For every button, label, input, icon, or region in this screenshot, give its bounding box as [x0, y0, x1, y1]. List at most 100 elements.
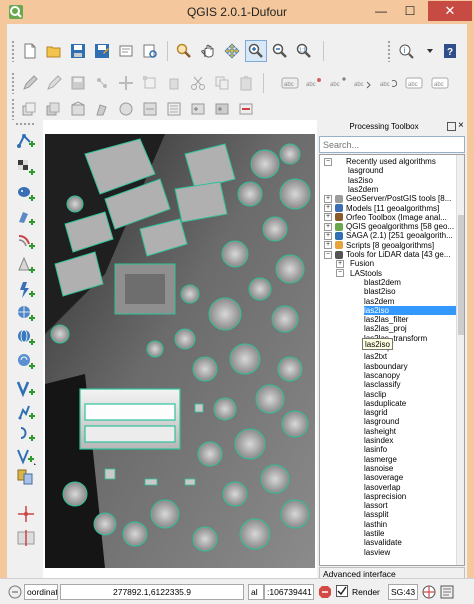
node-tool-icon[interactable]	[139, 72, 161, 94]
stop-render-icon[interactable]	[318, 585, 332, 603]
tree-item[interactable]: lasclip	[320, 390, 454, 399]
new-spatialite-layer-icon[interactable]	[211, 98, 233, 120]
tree-item[interactable]: + Models [11 geoalgorithms]	[320, 204, 454, 213]
composer-manager-icon[interactable]	[139, 40, 161, 62]
expand-icon[interactable]: +	[324, 204, 332, 212]
tree-item[interactable]: lasprecision	[320, 492, 454, 501]
toolbar-handle[interactable]	[11, 40, 15, 62]
tree-item[interactable]: lasground	[320, 166, 454, 175]
add-postgis-icon[interactable]	[13, 182, 39, 206]
open-project-icon[interactable]	[43, 40, 65, 62]
expand-icon[interactable]: +	[324, 194, 332, 203]
tree-item[interactable]: lasindex	[320, 436, 454, 445]
current-edits-icon[interactable]	[19, 72, 41, 94]
float-panel-icon[interactable]	[447, 122, 456, 131]
rotate-label-icon[interactable]: abc	[377, 72, 399, 94]
tree-item[interactable]: lascanopy	[320, 371, 454, 380]
delete-selected-icon[interactable]	[163, 72, 185, 94]
show-hide-labels-icon[interactable]: abc	[327, 72, 349, 94]
print-composer-icon[interactable]	[115, 40, 137, 62]
toolbar-handle[interactable]	[15, 122, 35, 126]
add-delimited-text-icon[interactable]	[13, 350, 39, 374]
tree-item[interactable]: + Fusion	[320, 259, 454, 268]
expand-icon[interactable]: +	[336, 259, 344, 268]
copy-features-icon[interactable]	[211, 72, 233, 94]
tree-item[interactable]: lassort	[320, 501, 454, 510]
pan-to-selection-icon[interactable]	[221, 40, 243, 62]
toggle-editing-icon[interactable]	[43, 72, 65, 94]
pin-labels-icon[interactable]: abc	[303, 72, 325, 94]
tree-item[interactable]: las2las_proj	[320, 324, 454, 333]
tree-item[interactable]: + SAGA (2.1) [251 geoalgorith...	[320, 231, 454, 240]
add-spatialite-layer-icon[interactable]	[91, 98, 113, 120]
zoom-in-icon[interactable]	[245, 40, 267, 62]
add-wcs-layer-icon[interactable]	[139, 98, 161, 120]
log-messages-icon[interactable]	[440, 585, 454, 603]
add-wms-icon[interactable]	[13, 278, 39, 302]
add-oracle-icon[interactable]	[13, 254, 39, 278]
tree-item[interactable]: lasoverlap	[320, 483, 454, 492]
maximize-button[interactable]: ☐	[397, 1, 423, 21]
save-project-icon[interactable]	[67, 40, 89, 62]
toolbar-handle[interactable]	[387, 40, 391, 62]
render-label[interactable]: Render	[352, 585, 380, 599]
tree-item[interactable]: las2dem	[320, 297, 454, 306]
tree-item[interactable]: lasclassify	[320, 380, 454, 389]
tree-item[interactable]: lasduplicate	[320, 399, 454, 408]
new-vector-layer-icon[interactable]	[13, 444, 39, 468]
tree-item[interactable]: blast2dem	[320, 278, 454, 287]
tree-item[interactable]: − Recently used algorithms	[320, 157, 454, 166]
tree-item[interactable]: lasgrid	[320, 408, 454, 417]
crs-globe-icon[interactable]	[422, 585, 436, 603]
tree-item[interactable]: lasmerge	[320, 455, 454, 464]
add-virtual-layer-icon[interactable]	[13, 376, 39, 400]
tree-item[interactable]: + Scripts [8 geoalgorithms]	[320, 241, 454, 250]
label-tool-icon[interactable]: abc	[279, 72, 301, 94]
new-project-icon[interactable]	[19, 40, 41, 62]
tree-item[interactable]: − LAStools	[320, 269, 454, 278]
close-panel-icon[interactable]: ×	[458, 120, 464, 131]
scale-combobox[interactable]: :106739441	[264, 584, 314, 600]
cut-features-icon[interactable]	[187, 72, 209, 94]
tree-item[interactable]: lasthin	[320, 520, 454, 529]
add-wms-layer-icon[interactable]	[115, 98, 137, 120]
add-layer-script-icon[interactable]	[13, 422, 39, 446]
add-spatialite-icon[interactable]	[13, 206, 39, 230]
add-wcs-icon[interactable]	[13, 302, 39, 326]
minimize-button[interactable]: —	[368, 1, 394, 21]
add-raster-layer-icon[interactable]	[43, 98, 65, 120]
tree-item[interactable]: las2txt	[320, 352, 454, 361]
crs-status[interactable]: SG:43	[388, 584, 418, 600]
close-button[interactable]: ✕	[428, 1, 472, 21]
algorithm-search-input[interactable]	[319, 136, 465, 153]
collapse-icon[interactable]: −	[336, 269, 344, 278]
add-vector-layer-icon[interactable]	[19, 98, 41, 120]
tree-item[interactable]: + GeoServer/PostGIS tools [8...	[320, 194, 454, 203]
message-icon[interactable]	[8, 585, 22, 603]
tree-item[interactable]: las2iso	[320, 176, 454, 185]
render-checkbox-icon[interactable]	[336, 585, 348, 601]
help-icon[interactable]: ?	[439, 40, 461, 62]
collapse-icon[interactable]: −	[324, 250, 332, 259]
identify-features-icon[interactable]: i	[395, 40, 417, 62]
add-feature-icon[interactable]	[91, 72, 113, 94]
add-vector-icon[interactable]	[13, 128, 39, 152]
tree-item[interactable]: lasoverage	[320, 473, 454, 482]
tree-item[interactable]: + Orfeo Toolbox (Image anal...	[320, 213, 454, 222]
tree-item[interactable]: las2iso	[320, 305, 459, 316]
expand-icon[interactable]: +	[324, 213, 332, 222]
label-properties-icon[interactable]: abc	[429, 72, 451, 94]
change-label-icon[interactable]: abc	[403, 72, 425, 94]
new-memory-layer-icon[interactable]	[13, 466, 39, 490]
new-shapefile-layer-icon[interactable]	[187, 98, 209, 120]
tree-item[interactable]: + QGIS geoalgorithms [58 geo...	[320, 222, 454, 231]
tree-item[interactable]: lasground	[320, 417, 454, 426]
pan-hand-icon[interactable]	[197, 40, 219, 62]
collapse-icon[interactable]: −	[324, 157, 332, 166]
toolbar-handle[interactable]	[11, 72, 15, 94]
move-feature-icon[interactable]	[115, 72, 137, 94]
tree-item[interactable]: blast2iso	[320, 287, 454, 296]
toolbar-handle[interactable]	[11, 98, 15, 120]
tree-item[interactable]: lasvalidate	[320, 538, 454, 547]
dropdown-arrow-icon[interactable]	[419, 40, 441, 62]
